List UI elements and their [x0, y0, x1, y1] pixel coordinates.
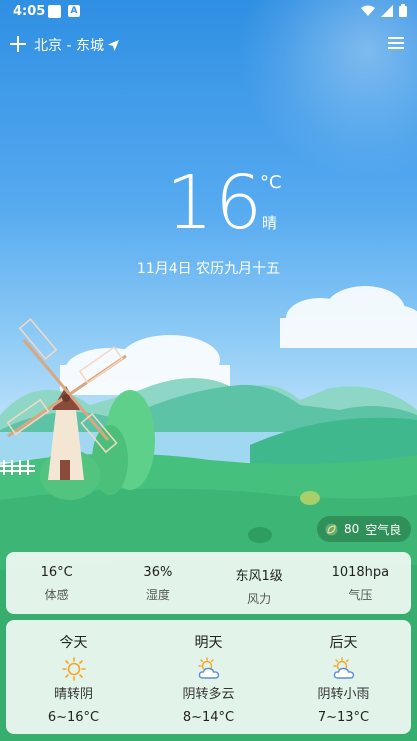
forecast-day-after[interactable]: 后天 阴转小雨 7~13°C [276, 620, 411, 734]
detail-label: 气压 [348, 588, 373, 602]
forecast-condition: 阴转多云 [182, 687, 235, 702]
forecast-today[interactable]: 今天 晴转阴 6~16°C [6, 620, 141, 734]
detail-wind: 东风1级 风力 [209, 552, 310, 614]
status-bar: 4:05 A [0, 0, 417, 26]
detail-value: 36% [143, 565, 173, 580]
detail-humidity: 36% 湿度 [107, 552, 208, 614]
sun-glow [237, 0, 417, 180]
leaf-icon [325, 523, 338, 535]
forecast-day: 后天 [329, 635, 358, 651]
aqi-label: 空气良 [365, 522, 402, 537]
forecast-condition: 阴转小雨 [317, 687, 370, 702]
status-time: 4:05 [13, 4, 46, 19]
temperature-unit: °C [260, 172, 282, 193]
sun-icon [61, 657, 86, 681]
cloud-shapes [60, 286, 417, 395]
location-selector[interactable]: 北京 - 东城 [34, 35, 119, 55]
detail-label: 风力 [247, 592, 272, 606]
detail-value: 16°C [40, 565, 73, 580]
wifi-icon [361, 5, 375, 16]
partly-cloudy-icon [332, 657, 354, 679]
partly-cloudy-icon [197, 657, 219, 679]
detail-value: 东风1级 [235, 569, 283, 584]
detail-pressure: 1018hpa 气压 [310, 552, 411, 614]
detail-feels-like: 16°C 体感 [6, 552, 107, 614]
notification-a-icon: A [68, 5, 80, 17]
forecast-card: 今天 晴转阴 6~16°C 明天 阴转多云 8~14°C 后天 阴转小雨 7~1… [6, 620, 411, 734]
forecast-range: 6~16°C [47, 710, 100, 725]
forecast-tomorrow[interactable]: 明天 阴转多云 8~14°C [141, 620, 276, 734]
detail-value: 1018hpa [331, 565, 390, 580]
forecast-range: 8~14°C [182, 710, 235, 725]
battery-icon [399, 4, 407, 17]
air-quality-badge[interactable]: 80 空气良 [317, 516, 412, 542]
status-icons [361, 4, 407, 17]
add-city-icon[interactable] [10, 36, 26, 52]
location-arrow-icon [107, 39, 119, 51]
weather-screen: 4:05 A 北京 - 东城 16 °C 晴 11月4日 农历九月十五 80 空… [0, 0, 417, 741]
details-card: 16°C 体感 36% 湿度 东风1级 风力 1018hpa 气压 [6, 552, 411, 614]
signal-icon [381, 4, 393, 17]
notification-square-icon [48, 5, 61, 18]
forecast-range: 7~13°C [317, 710, 370, 725]
detail-label: 湿度 [145, 588, 170, 602]
forecast-day: 明天 [194, 635, 223, 651]
menu-icon[interactable] [388, 37, 404, 50]
aqi-value: 80 [344, 522, 360, 536]
current-condition: 晴 [262, 214, 278, 232]
forecast-condition: 晴转阴 [53, 687, 93, 702]
location-label: 北京 - 东城 [34, 38, 104, 54]
detail-label: 体感 [44, 588, 69, 602]
forecast-day: 今天 [59, 635, 88, 651]
current-temperature: 16 [166, 160, 265, 246]
top-bar: 北京 - 东城 [0, 30, 417, 60]
